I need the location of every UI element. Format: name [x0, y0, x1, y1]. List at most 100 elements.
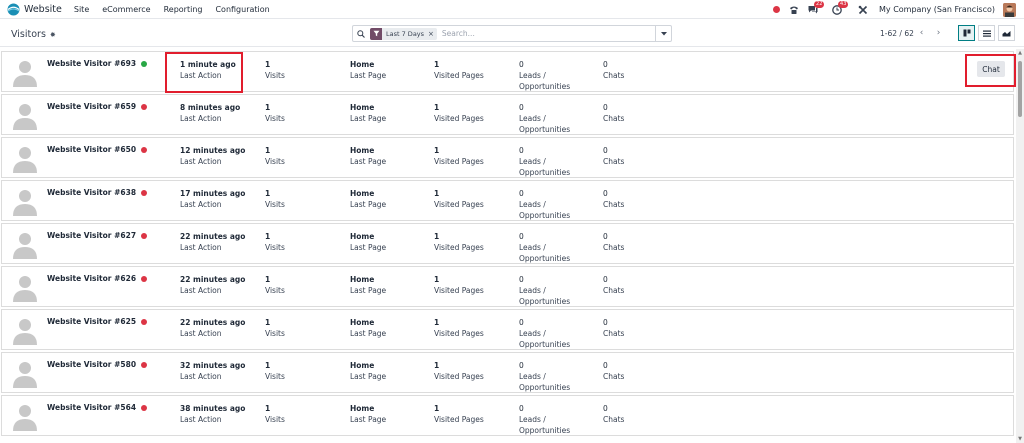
list-icon [982, 30, 991, 37]
visited-pages-value: 1 [434, 146, 440, 155]
pager-value[interactable]: 1-62 / 62 [880, 29, 914, 38]
user-avatar[interactable] [1003, 2, 1016, 17]
chats-label: Chats [603, 415, 625, 424]
chats-label: Chats [603, 200, 625, 209]
status-dot-icon [141, 232, 148, 239]
chats-field: 0 Chats [603, 403, 624, 425]
last-action-value: 32 minutes ago [180, 361, 246, 370]
leads-field: 0 Leads / Opportunities [519, 360, 570, 393]
visits-label: Visits [265, 200, 285, 209]
status-dot-icon [141, 146, 148, 153]
last-page-value: Home [350, 60, 375, 69]
visited-pages-value: 1 [434, 318, 440, 327]
status-dot-icon [141, 318, 148, 325]
leads-field: 0 Leads / Opportunities [519, 274, 570, 307]
visitor-card[interactable]: Website Visitor #650 12 minutes ago Last A… [1, 137, 1014, 178]
list-view-button[interactable] [978, 25, 995, 41]
systray: 22 43 My Company (San Francisco) [764, 0, 1016, 18]
website-app-logo[interactable]: Website [7, 3, 62, 16]
last-action-value: 8 minutes ago [180, 103, 241, 112]
app-name[interactable]: Website [24, 4, 62, 15]
last-page-field: Home Last Page [350, 188, 386, 210]
visitor-name: Website Visitor #650 [47, 145, 148, 154]
last-page-value: Home [350, 275, 375, 284]
visits-value: 1 [265, 103, 271, 112]
pager-previous[interactable]: ‹ [914, 25, 929, 41]
leads-label-line2: Opportunities [519, 82, 571, 91]
chats-value: 0 [603, 189, 608, 198]
search-options-toggle[interactable] [655, 26, 671, 41]
leads-label-line1: Leads / [519, 114, 546, 123]
visitor-card[interactable]: Website Visitor #625 22 minutes ago Last A… [1, 309, 1014, 350]
scroll-thumb[interactable] [1018, 61, 1022, 117]
visited-pages-value: 1 [434, 103, 440, 112]
visitor-card[interactable]: Website Visitor #626 22 minutes ago Last A… [1, 266, 1014, 307]
activities-button[interactable]: 43 [832, 0, 849, 15]
chats-label: Chats [603, 157, 625, 166]
scroll-down-icon[interactable]: ▼ [1017, 436, 1023, 442]
chat-button[interactable]: Chat [977, 61, 1005, 77]
leads-label-line1: Leads / [519, 286, 546, 295]
leads-value: 0 [519, 318, 524, 327]
last-page-label: Last Page [350, 157, 387, 166]
visited-pages-label: Visited Pages [434, 200, 484, 209]
vertical-scrollbar[interactable]: ▲ ▼ [1016, 49, 1024, 443]
scroll-up-icon[interactable]: ▲ [1017, 50, 1023, 56]
last-page-value: Home [350, 103, 375, 112]
gear-icon[interactable]: ✸ [50, 31, 56, 39]
menu-configuration[interactable]: Configuration [215, 5, 269, 14]
pager-next[interactable]: › [931, 25, 946, 41]
area-chart-icon [1002, 30, 1011, 36]
leads-label-line1: Leads / [519, 200, 546, 209]
menu-site[interactable]: Site [74, 5, 89, 14]
chats-value: 0 [603, 404, 608, 413]
leads-value: 0 [519, 404, 524, 413]
chats-value: 0 [603, 361, 608, 370]
leads-value: 0 [519, 275, 524, 284]
visits-value: 1 [265, 361, 271, 370]
visitor-card[interactable]: Website Visitor #659 8 minutes ago Last Ac… [1, 94, 1014, 135]
filter-icon [370, 27, 382, 40]
filter-facet: Last 7 Days × [370, 27, 437, 40]
company-switcher[interactable]: My Company (San Francisco) [879, 5, 995, 14]
last-action-label: Last Action [180, 243, 222, 252]
visits-label: Visits [265, 329, 285, 338]
debug-tools-button[interactable] [858, 5, 868, 15]
page-title[interactable]: Visitors [11, 29, 46, 40]
chats-field: 0 Chats [603, 102, 624, 124]
menu-reporting[interactable]: Reporting [164, 5, 203, 14]
search-input[interactable] [441, 29, 642, 38]
phone-button[interactable] [789, 5, 799, 15]
messages-button[interactable]: 22 [808, 1, 825, 14]
visitor-name: Website Visitor #693 [47, 59, 148, 68]
visited-pages-value: 1 [434, 232, 440, 241]
tools-icon [858, 5, 868, 14]
leads-field: 0 Leads / Opportunities [519, 403, 570, 436]
visitor-card[interactable]: Website Visitor #638 17 minutes ago Last A… [1, 180, 1014, 221]
visitor-card[interactable]: Website Visitor #580 32 minutes ago Last A… [1, 352, 1014, 393]
status-dot-button[interactable] [773, 6, 781, 13]
last-page-field: Home Last Page [350, 231, 386, 253]
visitor-avatar-icon [10, 100, 40, 130]
search-icon[interactable] [353, 29, 369, 38]
visitor-name: Website Visitor #626 [47, 274, 148, 283]
visits-value: 1 [265, 404, 271, 413]
remove-facet-icon[interactable]: × [428, 30, 437, 38]
chats-field: 0 Chats [603, 59, 624, 81]
top-navbar: Website Site eCommerce Reporting Configu… [0, 0, 1024, 19]
visited-pages-field: 1 Visited Pages [434, 317, 484, 339]
last-action-label: Last Action [180, 71, 222, 80]
menu-ecommerce[interactable]: eCommerce [102, 5, 150, 14]
red-dot-icon [773, 6, 781, 13]
visitor-avatar-icon [10, 358, 40, 388]
visitor-avatar-icon [10, 229, 40, 259]
visitor-card[interactable]: Website Visitor #693 1 minute ago Last Act… [1, 51, 1014, 92]
last-page-field: Home Last Page [350, 59, 386, 81]
visitor-card[interactable]: Website Visitor #564 38 minutes ago Last A… [1, 395, 1014, 436]
last-action-label: Last Action [180, 114, 222, 123]
graph-view-button[interactable] [998, 25, 1015, 41]
visits-label: Visits [265, 372, 285, 381]
visitor-card[interactable]: Website Visitor #627 22 minutes ago Last A… [1, 223, 1014, 264]
kanban-view-button[interactable] [958, 25, 975, 41]
visits-label: Visits [265, 286, 285, 295]
